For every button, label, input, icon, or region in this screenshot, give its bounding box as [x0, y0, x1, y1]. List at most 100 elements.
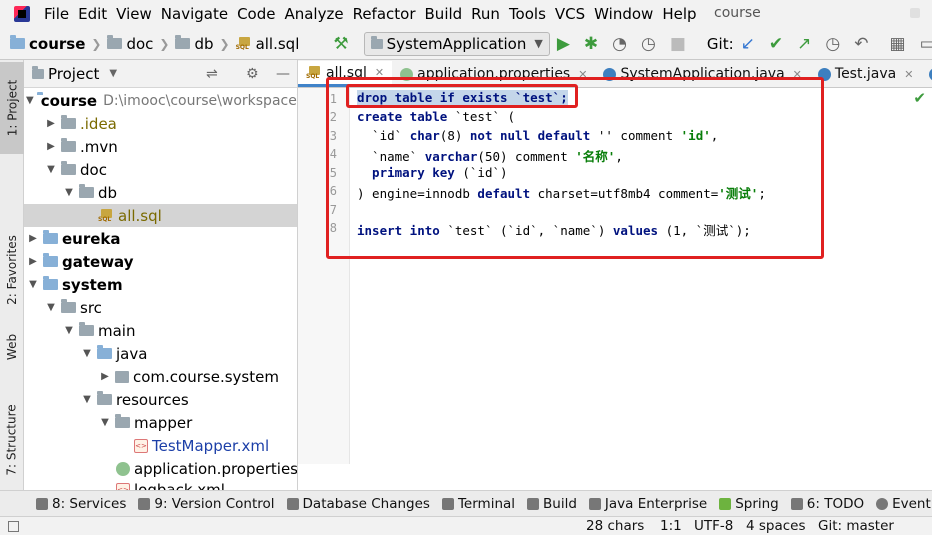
tree-item-testmapper-xml[interactable]: <> TestMapper.xml	[24, 434, 297, 457]
tool-label: 9: Version Control	[154, 495, 275, 512]
tool-version-control[interactable]: 9: Version Control	[138, 495, 275, 512]
tab-overflow[interactable]: ▾≡	[921, 61, 932, 87]
git-push-icon[interactable]: ↗	[797, 34, 811, 54]
menu-build[interactable]: Build	[425, 5, 463, 23]
folder-icon	[61, 161, 76, 175]
collapse-all-icon[interactable]: ⇌	[206, 66, 218, 82]
menu-refactor[interactable]: Refactor	[353, 5, 416, 23]
properties-file-icon	[116, 461, 130, 476]
folder-icon	[61, 115, 76, 129]
tool-label: Spring	[735, 495, 779, 512]
folder-icon	[10, 35, 25, 49]
tool-todo[interactable]: 6: TODO	[790, 496, 864, 512]
run-configuration-label: SystemApplication	[386, 34, 527, 53]
spring-icon	[719, 497, 732, 510]
inspection-ok-icon[interactable]: ✔	[913, 89, 926, 107]
menu-view[interactable]: View	[116, 5, 152, 23]
tool-spring[interactable]: Spring	[719, 496, 779, 512]
menu-file[interactable]: File	[44, 5, 69, 23]
tree-item-label: main	[98, 321, 136, 340]
sql-file-icon	[98, 208, 114, 223]
status-selection-chars: 28 chars	[586, 518, 645, 534]
close-icon[interactable]: ✕	[904, 68, 913, 81]
tree-item-logback-xml[interactable]: <> logback.xml	[24, 478, 297, 490]
menu-window[interactable]: Window	[594, 5, 653, 23]
sql-file-icon	[306, 65, 322, 80]
run-configuration-select[interactable]: SystemApplication ▼	[363, 31, 550, 56]
tree-item-com-course-system[interactable]: ▶ com.course.system	[24, 365, 297, 388]
git-history-icon[interactable]: ◷	[825, 34, 840, 54]
tree-item-idea[interactable]: ▶ .idea	[24, 112, 297, 135]
tab-project[interactable]: 1: Project	[0, 62, 24, 154]
tool-label: Terminal	[457, 495, 516, 512]
menu-tools[interactable]: Tools	[509, 5, 546, 23]
tool-windows-toggle-icon[interactable]	[8, 521, 19, 532]
tab-favorites[interactable]: 2: Favorites	[0, 220, 24, 320]
project-panel-title[interactable]: Project	[48, 65, 99, 83]
debug-icon[interactable]: ✱	[584, 34, 598, 54]
bottom-tool-bar: 8: Services 9: Version Control Database …	[0, 490, 932, 516]
menu-help[interactable]: Help	[662, 5, 696, 23]
run-config-icon	[370, 35, 383, 49]
git-label: Git:	[706, 34, 734, 53]
menu-navigate[interactable]: Navigate	[161, 5, 228, 23]
project-structure-icon[interactable]: ▦	[890, 34, 906, 54]
hide-panel-icon[interactable]: —	[276, 66, 290, 82]
tree-item-mvn[interactable]: ▶ .mvn	[24, 135, 297, 158]
tree-item-eureka[interactable]: ▶ eureka	[24, 227, 297, 250]
tab-web-label: Web	[5, 333, 20, 361]
chevron-down-icon: ▼	[65, 187, 73, 198]
breadcrumb-item-course[interactable]: course	[29, 35, 85, 53]
build-icon	[527, 497, 540, 510]
terminal-icon[interactable]: ▭	[920, 34, 932, 54]
status-indent[interactable]: 4 spaces	[746, 518, 806, 534]
breadcrumb-item-doc[interactable]: doc	[126, 35, 153, 53]
tree-item-src[interactable]: ▼ src	[24, 296, 297, 319]
chevron-down-icon: ▼	[47, 302, 55, 313]
tool-build[interactable]: Build	[527, 496, 577, 512]
tool-label: Database Changes	[302, 495, 430, 512]
build-hammer-icon[interactable]: ⚒	[333, 34, 348, 54]
tool-terminal[interactable]: Terminal	[441, 495, 516, 512]
status-caret-position[interactable]: 1:1	[660, 518, 682, 534]
gear-icon[interactable]: ⚙	[246, 66, 259, 82]
tab-test-java[interactable]: Test.java ✕	[810, 61, 922, 87]
menu-edit[interactable]: Edit	[78, 5, 107, 23]
menu-vcs[interactable]: VCS	[555, 5, 585, 23]
tree-item-mapper[interactable]: ▼ mapper	[24, 411, 297, 434]
tree-item-application-properties[interactable]: application.properties	[24, 457, 297, 480]
tool-java-enterprise[interactable]: Java Enterprise	[588, 496, 707, 512]
tree-item-db[interactable]: ▼ db	[24, 181, 297, 204]
tree-item-all-sql[interactable]: all.sql	[24, 204, 297, 227]
tool-database-changes[interactable]: Database Changes	[286, 495, 430, 512]
tab-web[interactable]: Web	[0, 322, 24, 372]
tree-item-resources[interactable]: ▼ resources	[24, 388, 297, 411]
git-rollback-icon[interactable]: ↶	[854, 34, 868, 54]
breadcrumb-item-all-sql[interactable]: all.sql	[256, 35, 300, 53]
coverage-icon[interactable]: ◔	[612, 34, 627, 54]
profile-icon[interactable]: ◷	[641, 34, 656, 54]
window-minimize-button[interactable]	[910, 8, 920, 18]
tool-event-log[interactable]: Event	[876, 496, 931, 512]
tree-item-java[interactable]: ▼ java	[24, 342, 297, 365]
menu-code[interactable]: Code	[237, 5, 275, 23]
stop-icon[interactable]: ■	[670, 34, 686, 54]
tree-item-doc[interactable]: ▼ doc	[24, 158, 297, 181]
git-commit-icon[interactable]: ✔	[769, 34, 783, 54]
tree-item-course[interactable]: ▼ course D:\imooc\course\workspace\cou	[24, 89, 297, 112]
tree-item-main[interactable]: ▼ main	[24, 319, 297, 342]
tree-item-system[interactable]: ▼ system	[24, 273, 297, 296]
chevron-down-icon[interactable]: ▼	[109, 68, 117, 79]
git-update-icon[interactable]: ↙	[741, 34, 755, 54]
menu-run[interactable]: Run	[471, 5, 500, 23]
tree-item-label: db	[98, 183, 118, 202]
tab-structure[interactable]: 7: Structure	[0, 390, 24, 490]
run-icon[interactable]: ▶	[557, 34, 570, 54]
tool-services[interactable]: 8: Services	[36, 496, 126, 512]
chevron-down-icon: ▼	[83, 394, 91, 405]
status-git-branch[interactable]: Git: master	[818, 518, 894, 534]
tree-item-gateway[interactable]: ▶ gateway	[24, 250, 297, 273]
status-encoding[interactable]: UTF-8	[694, 518, 733, 534]
menu-analyze[interactable]: Analyze	[284, 5, 343, 23]
breadcrumb-item-db[interactable]: db	[194, 35, 213, 53]
